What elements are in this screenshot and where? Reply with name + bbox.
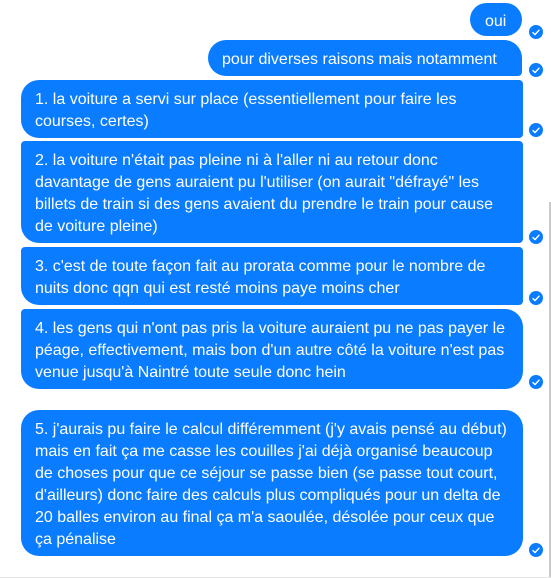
seen-check-icon (529, 123, 543, 137)
message-text: pour diverses raisons mais notamment (222, 51, 497, 68)
message-bubble[interactable]: oui (470, 3, 522, 36)
seen-check-icon (529, 291, 543, 305)
message-text: 5. j'aurais pu faire le calcul différemm… (35, 421, 507, 548)
message-bubble[interactable]: 1. la voiture a servi sur place (essenti… (21, 80, 523, 138)
message-text: oui (485, 13, 507, 30)
seen-check-icon (529, 543, 543, 557)
message-text: 3. c'est de toute façon fait au prorata … (35, 258, 486, 297)
seen-check-icon (529, 25, 543, 39)
message-bubble[interactable]: 2. la voiture n'était pas pleine ni à l'… (21, 141, 523, 243)
message-bubble[interactable]: 5. j'aurais pu faire le calcul différemm… (21, 410, 523, 556)
message-bubble[interactable]: 3. c'est de toute façon fait au prorata … (21, 247, 523, 305)
seen-check-icon (529, 63, 543, 77)
message-bubble[interactable]: 4. les gens qui n'ont pas pris la voitur… (21, 309, 523, 389)
message-thread: oui pour diverses raisons mais notamment… (0, 0, 551, 578)
seen-check-icon (529, 375, 543, 389)
message-text: 2. la voiture n'était pas pleine ni à l'… (35, 152, 494, 235)
seen-check-icon (529, 230, 543, 244)
message-text: 1. la voiture a servi sur place (essenti… (35, 91, 457, 130)
message-text: 4. les gens qui n'ont pas pris la voitur… (35, 320, 506, 381)
message-bubble[interactable]: pour diverses raisons mais notamment (208, 40, 522, 76)
